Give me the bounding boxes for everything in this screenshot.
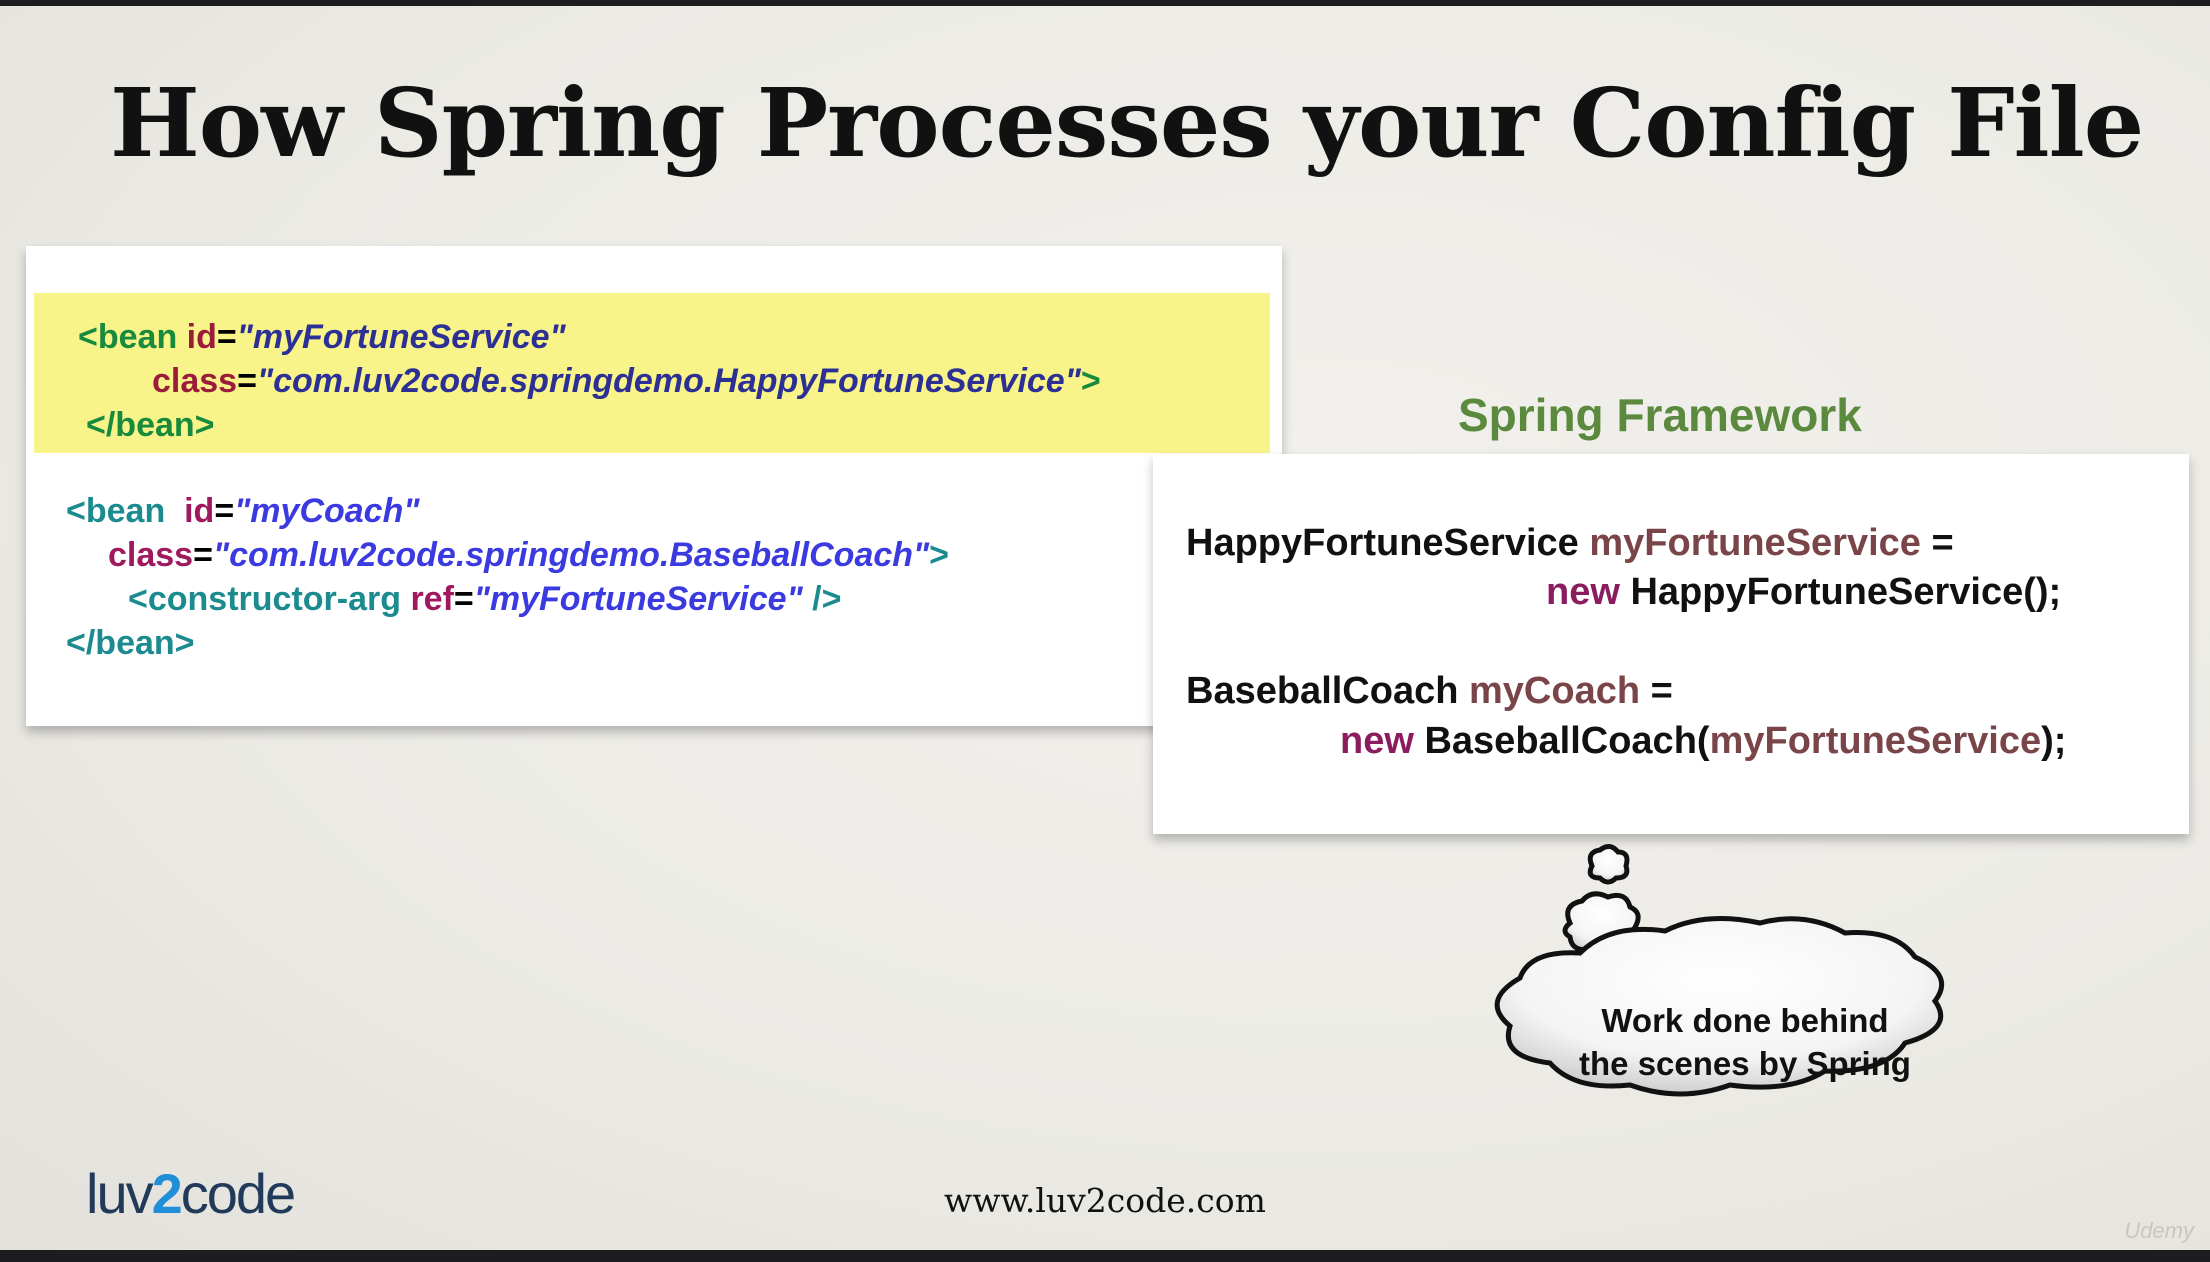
java-line3-var: myCoach [1469,670,1641,712]
bean1-id-eq: = [216,318,237,356]
java-line1-eq: = [1920,522,1954,564]
bean2-line4: </bean> [66,621,195,665]
bean2-open-tag: <bean [66,492,185,530]
slide: How Spring Processes your Config File <b… [0,6,2210,1250]
bean2-class-value: "com.luv2code.springdemo.BaseballCoach" [212,536,930,574]
cloud-text-line1: Work done behind [1601,1002,1889,1039]
java-line1-type: HappyFortuneService [1186,522,1590,564]
bean2-id-value: "myCoach" [234,492,420,530]
footer-url: www.luv2code.com [944,1181,1266,1220]
java-line3-type: BaseballCoach [1186,670,1469,712]
constructor-arg-eq: = [453,580,474,618]
xml-config-panel: <bean id="myFortuneService" class="com.l… [26,246,1282,726]
java-line2: new HappyFortuneService(); [1546,571,2061,614]
bean1-id-attr: id [186,318,217,356]
bean2-id-attr: id [184,492,215,530]
java-line1-var: myFortuneService [1589,522,1921,564]
bean1-id-value: "myFortuneService" [236,318,566,356]
bean2-id-eq: = [214,492,235,530]
constructor-arg-open: <constructor-arg [128,580,411,618]
bean1-line1: <bean id="myFortuneService" [78,315,566,359]
constructor-arg-ref-value: "myFortuneService" [473,580,803,618]
java-line4-arg: myFortuneService [1709,720,2042,762]
java-line2-rest: HappyFortuneService(); [1630,571,2062,613]
bean1-gt: > [1080,362,1101,400]
bean1-class-attr: class [152,362,238,400]
spring-framework-label: Spring Framework [1458,389,1862,441]
constructor-arg-close: /> [802,580,842,618]
cloud-text-line2: the scenes by Spring [1579,1045,1911,1082]
java-line2-new: new [1546,571,1631,613]
bean1-close-tag: </bean> [86,406,215,444]
java-line1: HappyFortuneService myFortuneService = [1186,522,1954,565]
bean2-line1: <bean id="myCoach" [66,489,419,533]
bean1-class-value: "com.luv2code.springdemo.HappyFortuneSer… [256,362,1081,400]
bean2-line2: class="com.luv2code.springdemo.BaseballC… [108,533,949,577]
java-line4: new BaseballCoach(myFortuneService); [1340,720,2066,763]
bean2-class-eq: = [193,536,213,574]
bean1-open-tag: <bean [78,318,187,356]
java-line4-new: new [1340,720,1425,762]
slide-title: How Spring Processes your Config File [110,68,2144,179]
bean2-gt: > [929,536,950,574]
java-line3: BaseballCoach myCoach = [1186,670,1673,713]
bean1-class-eq: = [237,362,257,400]
bean1-line2: class="com.luv2code.springdemo.HappyFort… [152,359,1101,403]
java-code-panel: HappyFortuneService myFortuneService = n… [1153,454,2189,834]
bean2-close-tag: </bean> [66,624,195,662]
bean2-line3: <constructor-arg ref="myFortuneService" … [128,577,841,621]
thought-cloud-text: Work done behind the scenes by Spring [1520,999,1970,1085]
udemy-watermark: Udemy [2124,1218,2194,1243]
constructor-arg-ref-attr: ref [410,580,454,618]
thought-cloud-icon [1494,844,1945,1097]
java-line4-end: ); [2041,720,2067,762]
java-line4-call: BaseballCoach( [1424,720,1710,762]
bean2-class-attr: class [108,536,194,574]
java-line3-eq: = [1640,670,1673,712]
bean1-line3: </bean> [86,403,215,447]
